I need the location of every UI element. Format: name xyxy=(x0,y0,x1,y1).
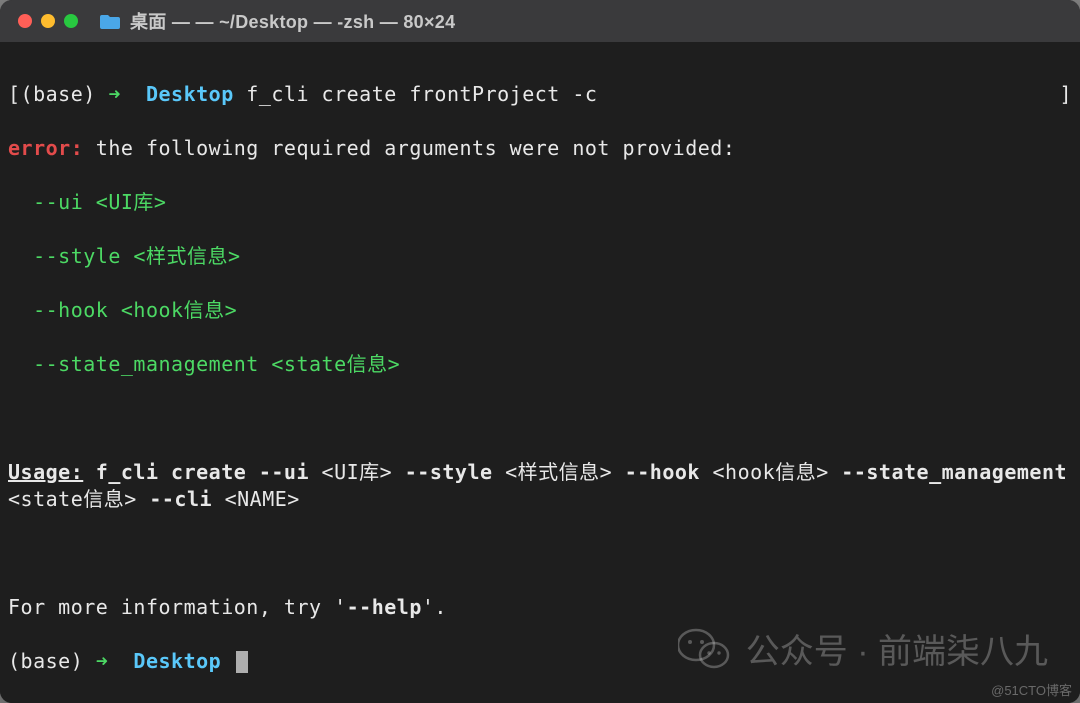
missing-arg: --ui <UI库> xyxy=(8,189,1072,216)
terminal-body[interactable]: [(base) ➜ Desktop f_cli create frontProj… xyxy=(0,42,1080,703)
blank-line xyxy=(8,540,1072,567)
wechat-icon xyxy=(678,627,730,671)
usage-line: Usage: f_cli create --ui <UI库> --style <… xyxy=(8,459,1072,513)
folder-icon xyxy=(100,13,120,29)
error-line: error: the following required arguments … xyxy=(8,135,1072,162)
watermark-text: 公众号 · 前端柒八九 xyxy=(746,624,1048,673)
maximize-icon[interactable] xyxy=(64,14,78,28)
watermark: 公众号 · 前端柒八九 xyxy=(678,624,1048,673)
missing-arg: --style <样式信息> xyxy=(8,243,1072,270)
missing-arg: --state_management <state信息> xyxy=(8,351,1072,378)
traffic-lights xyxy=(18,14,78,28)
terminal-window: 桌面 — — ~/Desktop — -zsh — 80×24 [(base) … xyxy=(0,0,1080,703)
prompt-line: [(base) ➜ Desktop f_cli create frontProj… xyxy=(8,81,1072,108)
titlebar[interactable]: 桌面 — — ~/Desktop — -zsh — 80×24 xyxy=(0,0,1080,42)
copyright: @51CTO博客 xyxy=(991,680,1072,699)
help-line: For more information, try '--help'. xyxy=(8,594,1072,621)
close-icon[interactable] xyxy=(18,14,32,28)
minimize-icon[interactable] xyxy=(41,14,55,28)
missing-arg: --hook <hook信息> xyxy=(8,297,1072,324)
cursor xyxy=(236,651,248,673)
window-title: 桌面 — — ~/Desktop — -zsh — 80×24 xyxy=(130,8,455,34)
blank-line xyxy=(8,405,1072,432)
